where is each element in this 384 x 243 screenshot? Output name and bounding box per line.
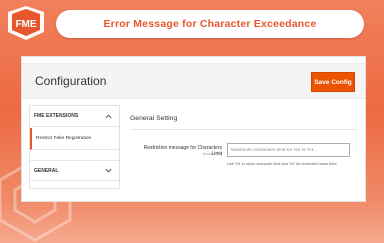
banner-title: Error Message for Character Exceedance bbox=[103, 18, 317, 30]
fme-logo: FME bbox=[8, 6, 44, 40]
title-banner: Error Message for Character Exceedance bbox=[56, 10, 364, 38]
chevron-up-icon bbox=[105, 113, 112, 118]
restriction-message-input[interactable] bbox=[227, 143, 350, 157]
sidebar-item-label: Restrict Fake Registration bbox=[36, 136, 92, 141]
section-title[interactable]: General Setting bbox=[130, 115, 177, 122]
sidebar-item-restrict-fake-registration[interactable]: Restrict Fake Registration bbox=[30, 128, 119, 150]
save-config-button[interactable]: Save Config bbox=[311, 72, 355, 92]
settings-main: General Setting Restriction message for … bbox=[130, 105, 360, 195]
sidebar-section-label: FME EXTENSIONS bbox=[34, 113, 79, 119]
chevron-down-icon bbox=[105, 168, 112, 173]
logo-text: FME bbox=[15, 19, 36, 30]
field-note: Use %1 to show character limit and %2 fo… bbox=[227, 161, 338, 166]
sidebar-section-fme-extensions[interactable]: FME EXTENSIONS bbox=[30, 106, 119, 127]
page-title: Configuration bbox=[35, 74, 107, 88]
sidebar-section-general[interactable]: GENERAL bbox=[30, 160, 119, 181]
admin-panel: Configuration Save Config FME EXTENSIONS… bbox=[21, 56, 366, 202]
sidebar-section-label: GENERAL bbox=[34, 167, 59, 174]
config-sidebar: FME EXTENSIONS Restrict Fake Registratio… bbox=[29, 105, 120, 189]
divider bbox=[130, 129, 358, 130]
config-header: Configuration Save Config bbox=[22, 63, 365, 99]
field-scope: [store view] bbox=[202, 152, 222, 156]
